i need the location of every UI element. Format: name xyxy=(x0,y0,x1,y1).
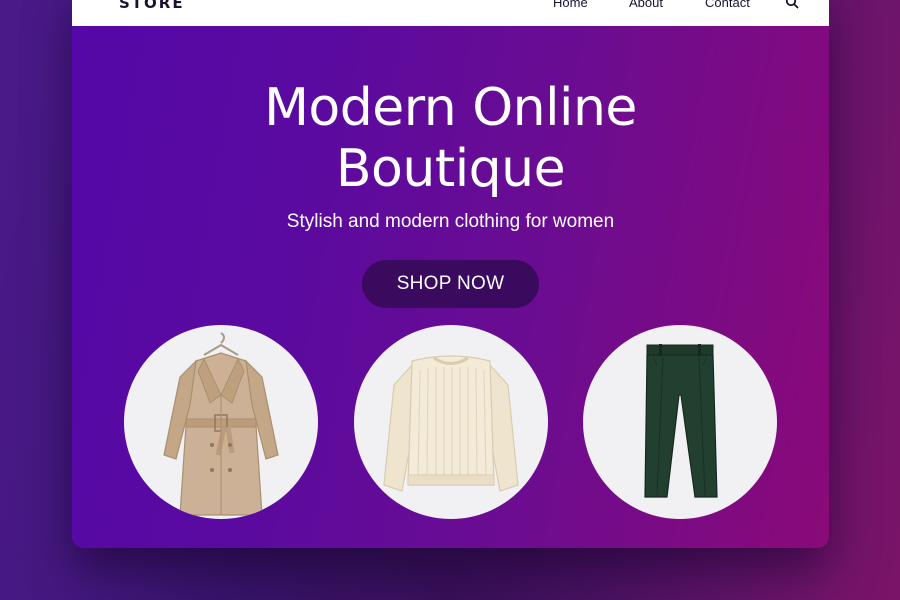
hero-subtitle: Stylish and modern clothing for women xyxy=(286,211,615,232)
trousers-image xyxy=(644,344,718,498)
hero-title-line-2: Boutique xyxy=(335,139,566,199)
shop-now-button[interactable]: SHOP NOW xyxy=(362,260,539,308)
product-trench-coat[interactable] xyxy=(124,325,318,519)
knit-sweater-image xyxy=(383,355,519,492)
nav-link-about[interactable]: About xyxy=(629,0,663,10)
hero-title-line-1: Modern Online xyxy=(264,78,637,138)
hero-title: Modern Online Boutique xyxy=(72,78,829,200)
product-knit-sweater[interactable] xyxy=(354,325,548,519)
navbar: STORE Home About Contact xyxy=(72,0,829,26)
trench-coat-image xyxy=(163,332,279,516)
search-icon[interactable] xyxy=(785,0,799,9)
website-window: STORE Home About Contact Modern Online B… xyxy=(72,0,829,548)
store-logo[interactable]: STORE xyxy=(119,0,185,12)
product-trousers[interactable] xyxy=(583,325,777,519)
nav-link-home[interactable]: Home xyxy=(553,0,588,10)
nav-link-contact[interactable]: Contact xyxy=(705,0,750,10)
